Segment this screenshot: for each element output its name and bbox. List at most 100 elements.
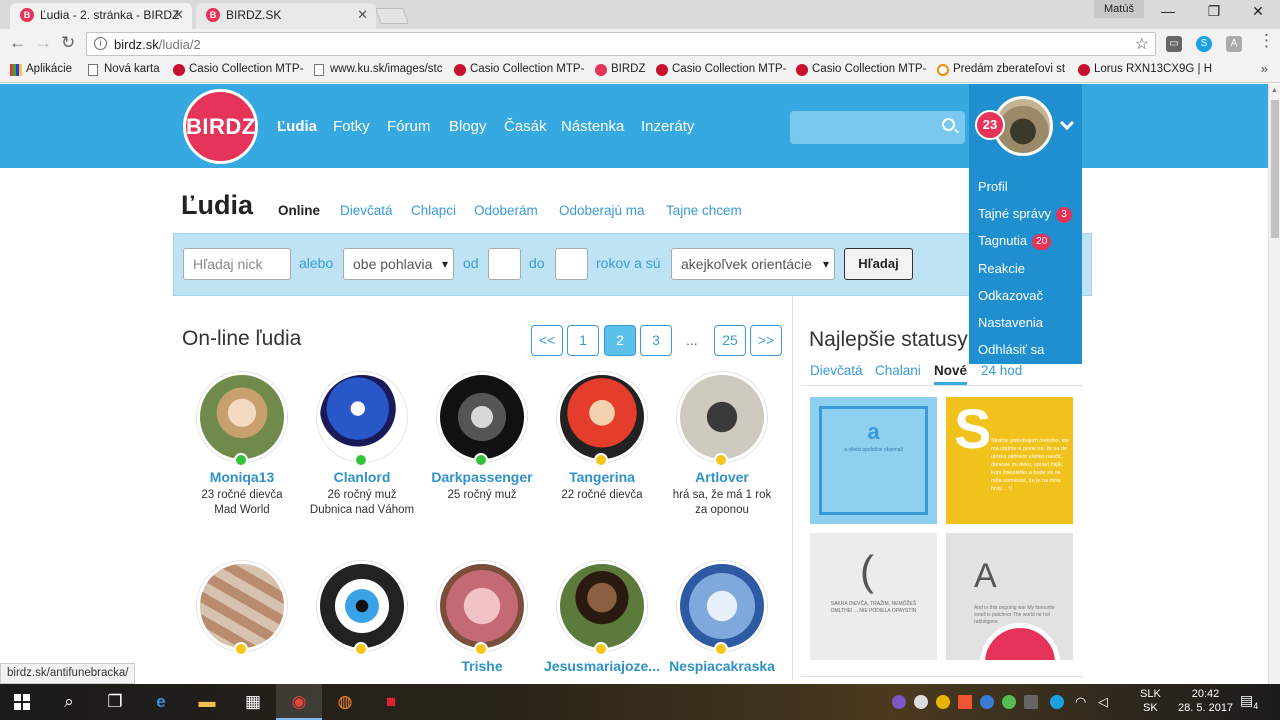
bookmark-item[interactable]: BIRDZ — [595, 63, 646, 76]
back-arrow-icon[interactable]: ← — [9, 33, 26, 53]
avatar[interactable] — [677, 372, 767, 462]
address-bar[interactable]: i birdz.sk/ludia/2 ☆ — [86, 32, 1156, 56]
bookmark-item[interactable]: Casio Collection MTP- — [454, 63, 584, 76]
tab-online[interactable]: Online — [278, 203, 320, 218]
avatar[interactable] — [437, 561, 527, 651]
pager-last[interactable]: >> — [750, 325, 782, 356]
status-tile[interactable]: ( SAKRA DIEVČA, TRAŽIM, NEMÔŽEŠ OMLTHEI … — [810, 533, 937, 660]
avatar[interactable] — [317, 561, 407, 651]
status-tile[interactable]: S Stratne potrebujem niekoho, kto ma obj… — [946, 397, 1073, 524]
tab-status-dievcata[interactable]: Dievčatá — [810, 363, 863, 378]
avatar[interactable] — [557, 561, 647, 651]
tray-app-icon[interactable] — [936, 695, 950, 709]
tab-odoberam[interactable]: Odoberám — [474, 203, 538, 218]
menu-item-profil[interactable]: Profil — [969, 173, 1082, 200]
tab-odoberaju-ma[interactable]: Odoberajú ma — [559, 203, 645, 218]
search-icon[interactable]: ⌕ — [46, 684, 92, 720]
birdz-logo[interactable]: BIRDZ — [183, 89, 258, 164]
browser-tab-ludia[interactable]: B Ľudia - 2. stránka - BIRDZ ✕ — [10, 3, 192, 29]
pager-page-2[interactable]: 2 — [604, 325, 636, 356]
gender-select[interactable]: obe pohlavia — [343, 248, 454, 280]
menu-kebab-icon[interactable]: ⋮ — [1258, 31, 1275, 51]
volume-icon[interactable]: ◁ — [1098, 695, 1108, 709]
nav-casak[interactable]: Časák — [504, 118, 547, 135]
avatar[interactable] — [197, 372, 287, 462]
bookmark-item[interactable]: Casio Collection MTP- — [173, 63, 303, 76]
age-from-input[interactable] — [488, 248, 521, 280]
chevron-down-icon[interactable] — [1059, 115, 1075, 131]
info-icon[interactable]: i — [94, 37, 107, 50]
firefox-icon[interactable]: ◍ — [322, 684, 368, 720]
tab-dievcata[interactable]: Dievčatá — [340, 203, 393, 218]
nick-search-input[interactable]: Hľadaj nick — [183, 248, 291, 280]
tab-chlapci[interactable]: Chlapci — [411, 203, 456, 218]
avatar[interactable] — [677, 561, 767, 651]
age-to-input[interactable] — [555, 248, 588, 280]
person-name[interactable]: Artlover — [647, 469, 797, 485]
maximize-icon[interactable]: ❐ — [1196, 3, 1232, 20]
nav-inzeraty[interactable]: Inzeráty — [641, 118, 694, 135]
avatar[interactable] — [197, 561, 287, 651]
browser-user-name[interactable]: Matúš — [1094, 0, 1144, 18]
nav-fotky[interactable]: Fotky — [333, 118, 370, 135]
nav-forum[interactable]: Fórum — [387, 118, 430, 135]
person-name[interactable]: Nespiacakraska — [647, 658, 797, 674]
new-tab-button[interactable] — [375, 8, 409, 24]
tab-status-chalani[interactable]: Chalani — [875, 363, 921, 378]
bookmark-item[interactable]: Lorus RXN13CX9G | H — [1078, 63, 1212, 76]
skype-icon[interactable]: S — [1196, 36, 1212, 52]
avatar[interactable] — [437, 372, 527, 462]
user-menu-toggle[interactable]: 23 — [969, 84, 1082, 168]
start-button[interactable] — [0, 684, 46, 720]
tray-app-icon[interactable] — [914, 695, 928, 709]
search-button[interactable]: Hľadaj — [844, 248, 913, 280]
pager-page-3[interactable]: 3 — [640, 325, 672, 356]
action-center-icon[interactable]: ▤4 — [1240, 693, 1258, 713]
menu-item-tagnutia[interactable]: Tagnutia 20 — [969, 227, 1082, 254]
tab-status-nove[interactable]: Nové — [934, 363, 968, 385]
file-explorer-icon[interactable]: ▬ — [184, 684, 230, 720]
close-icon[interactable]: ✕ — [173, 3, 184, 27]
pager-first[interactable]: << — [531, 325, 563, 356]
bookmark-item[interactable]: Predám zberateľovi st — [937, 63, 1065, 76]
menu-item-odkazovac[interactable]: Odkazovač — [969, 282, 1082, 309]
bookmark-item[interactable]: Casio Collection MTP- — [796, 63, 926, 76]
avatar[interactable] — [317, 372, 407, 462]
browser-tab-birdz[interactable]: B BIRDZ.SK ✕ — [196, 3, 376, 29]
bookmark-item[interactable]: Nová karta — [88, 63, 160, 76]
skype-icon[interactable] — [1050, 695, 1064, 709]
menu-item-odhlasit[interactable]: Odhlásiť sa — [969, 336, 1082, 363]
tray-app-icon[interactable] — [1002, 695, 1016, 709]
store-icon[interactable]: ▦ — [230, 684, 276, 720]
taskbar-clock[interactable]: 20:42 28. 5. 2017 — [1178, 687, 1233, 715]
notification-count-badge[interactable]: 23 — [975, 110, 1005, 140]
tab-status-24hod[interactable]: 24 hod — [981, 363, 1022, 378]
extension-icon[interactable]: A — [1226, 36, 1242, 52]
scroll-up-icon[interactable]: ▲ — [1271, 87, 1278, 94]
bookmark-star-icon[interactable]: ☆ — [1135, 34, 1149, 54]
warning-icon[interactable] — [958, 695, 972, 709]
page-scrollbar[interactable]: ▲ — [1268, 84, 1280, 684]
forward-arrow-icon[interactable]: → — [35, 33, 52, 53]
tab-tajne-chcem[interactable]: Tajne chcem — [666, 203, 742, 218]
site-search-input[interactable] — [790, 111, 965, 144]
minimize-icon[interactable]: — — [1150, 3, 1186, 19]
menu-item-reakcie[interactable]: Reakcie — [969, 255, 1082, 282]
menu-item-tajne-spravy[interactable]: Tajné správy 3 — [969, 200, 1082, 227]
edge-icon[interactable]: e — [138, 684, 184, 720]
battery-icon[interactable] — [1024, 695, 1038, 709]
tray-app-icon[interactable] — [892, 695, 906, 709]
bookmarks-overflow-icon[interactable]: » — [1261, 61, 1268, 76]
pager-page-25[interactable]: 25 — [714, 325, 746, 356]
chrome-icon[interactable]: ◉ — [276, 684, 322, 720]
bookmark-item[interactable]: Aplikácie — [10, 63, 72, 76]
tray-app-icon[interactable] — [980, 695, 994, 709]
cast-icon[interactable]: ▭ — [1166, 36, 1182, 52]
nav-blogy[interactable]: Blogy — [449, 118, 487, 135]
task-view-icon[interactable]: ❐ — [92, 684, 138, 720]
status-tile[interactable]: a a všetci spoločne objemali — [810, 397, 937, 524]
reload-icon[interactable]: ↻ — [61, 33, 75, 53]
input-language[interactable]: SLK SK — [1140, 687, 1161, 715]
search-icon[interactable] — [942, 118, 955, 131]
avatar[interactable] — [557, 372, 647, 462]
